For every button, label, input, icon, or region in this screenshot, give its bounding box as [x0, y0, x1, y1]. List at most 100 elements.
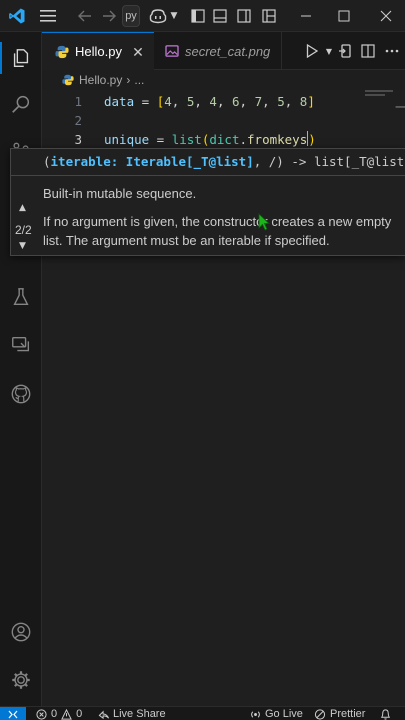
go-live-button[interactable]: Go Live [250, 707, 303, 720]
minimap[interactable] [365, 90, 393, 98]
line-number: 3 [74, 132, 82, 147]
toggle-primary-sidebar-icon[interactable] [188, 0, 208, 32]
signature-help-popup: (iterable: Iterable[_T@list], /) -> list… [10, 148, 405, 256]
remote-indicator-icon[interactable] [0, 707, 26, 720]
prettier-button[interactable]: Prettier [314, 707, 365, 720]
menu-icon[interactable] [36, 0, 60, 32]
overload-counter: 2/2 [15, 223, 32, 237]
code-token: , [194, 94, 210, 109]
code-token: = [149, 132, 172, 147]
code-token: list [171, 132, 202, 147]
copilot-icon[interactable] [148, 0, 168, 32]
breadcrumb-file[interactable]: Hello.py [79, 73, 122, 87]
signature-rest: , /) -> list[_T@list] [253, 154, 405, 169]
problems-status[interactable]: 0 0 [36, 707, 82, 720]
code-line: 1 data = [4, 5, 4, 6, 7, 5, 8] [42, 92, 405, 111]
status-bar: 0 0 Live Share Go Live Prettier [0, 706, 405, 720]
line-number: 1 [74, 94, 82, 109]
customize-layout-icon[interactable] [258, 0, 280, 32]
manage-gear-icon[interactable] [0, 660, 42, 700]
code-line: 2 [42, 111, 405, 130]
broadcast-icon [251, 710, 260, 718]
tab-hello-py[interactable]: Hello.py ✕ [42, 32, 154, 70]
toggle-panel-icon[interactable] [210, 0, 230, 32]
code-token: ] [307, 94, 315, 109]
code-token: , [262, 94, 278, 109]
open-changes-icon[interactable] [335, 32, 357, 70]
doc-detail: If no argument is given, the constructor… [43, 214, 392, 248]
mouse-pointer-icon [258, 213, 271, 231]
vscode-logo-icon [6, 0, 28, 32]
warning-icon [61, 708, 73, 720]
signature-open: ( [43, 154, 51, 169]
code-token: , [216, 94, 232, 109]
code-text: data = [4, 5, 4, 6, 7, 5, 8] [104, 92, 315, 111]
editor-actions: ▼ [301, 32, 405, 70]
warning-count: 0 [76, 708, 83, 720]
chevron-down-icon[interactable]: ▼ [19, 241, 26, 251]
prettier-icon [314, 708, 326, 720]
minimize-icon[interactable] [292, 0, 320, 32]
github-icon[interactable] [0, 374, 42, 414]
forward-arrow-icon[interactable] [98, 0, 120, 32]
testing-icon[interactable] [0, 277, 42, 317]
code-token: . [239, 132, 248, 147]
code-token: 4 [209, 94, 217, 109]
remote-explorer-icon[interactable] [0, 325, 42, 365]
code-text: unique = list(dict.fromkeys) [104, 130, 316, 149]
code-token: unique [104, 132, 150, 147]
code-token: data [104, 94, 135, 109]
notifications-bell-icon[interactable] [380, 707, 391, 720]
python-file-icon [54, 44, 70, 60]
breadcrumb-more[interactable]: ... [134, 73, 144, 87]
code-token: 4 [164, 94, 172, 109]
line-number: 2 [74, 113, 82, 128]
code-token: = [134, 94, 157, 109]
prettier-label: Prettier [330, 708, 366, 720]
error-count: 0 [51, 708, 58, 720]
tab-secret-cat-png[interactable]: secret_cat.png [154, 32, 282, 70]
code-line: 3 unique = list(dict.fromkeys) [42, 130, 405, 149]
tab-label: Hello.py [75, 44, 122, 59]
split-editor-icon[interactable] [357, 32, 379, 70]
chevron-down-icon[interactable]: ▼ [323, 32, 335, 70]
code-token: 5 [277, 94, 285, 109]
code-token: dict [209, 132, 240, 147]
command-center-search[interactable]: py [122, 5, 140, 27]
code-token: , [171, 94, 187, 109]
go-live-label: Go Live [265, 708, 303, 720]
run-python-file-icon[interactable] [301, 32, 323, 70]
code-token: 6 [232, 94, 240, 109]
python-file-icon [62, 73, 76, 87]
close-tab-icon[interactable]: ✕ [130, 44, 146, 60]
maximize-icon[interactable] [330, 0, 358, 32]
close-window-icon[interactable] [372, 0, 400, 32]
live-share-icon [98, 710, 110, 719]
more-actions-icon[interactable] [379, 32, 405, 70]
breadcrumb: Hello.py › ... [42, 70, 405, 90]
divider [11, 175, 405, 176]
code-token: ) [308, 132, 316, 147]
live-share-button[interactable]: Live Share [98, 707, 166, 720]
command-center-text: py [125, 10, 137, 22]
doc-summary: Built-in mutable sequence. [43, 186, 197, 201]
error-icon [36, 708, 47, 720]
chevron-up-icon[interactable]: ▲ [19, 203, 26, 213]
code-token: , [239, 94, 255, 109]
overview-ruler: ⊤ [393, 100, 405, 134]
chevron-down-icon[interactable]: ▼ [168, 0, 180, 32]
title-bar: py ▼ [0, 0, 405, 32]
chevron-right-icon: › [126, 73, 131, 87]
back-arrow-icon[interactable] [74, 0, 96, 32]
activity-bar [0, 32, 42, 706]
code-token: 7 [254, 94, 263, 109]
code-token: , [284, 94, 300, 109]
code-token: fromkeys [247, 132, 308, 147]
signature-text: (iterable: Iterable[_T@list], /) -> list… [43, 153, 405, 171]
tab-label: secret_cat.png [185, 43, 271, 59]
accounts-icon[interactable] [0, 612, 42, 652]
explorer-icon[interactable] [0, 38, 42, 78]
search-icon[interactable] [0, 84, 42, 124]
toggle-secondary-sidebar-icon[interactable] [234, 0, 254, 32]
editor-tab-bar: Hello.py ✕ secret_cat.png ▼ [42, 32, 405, 70]
